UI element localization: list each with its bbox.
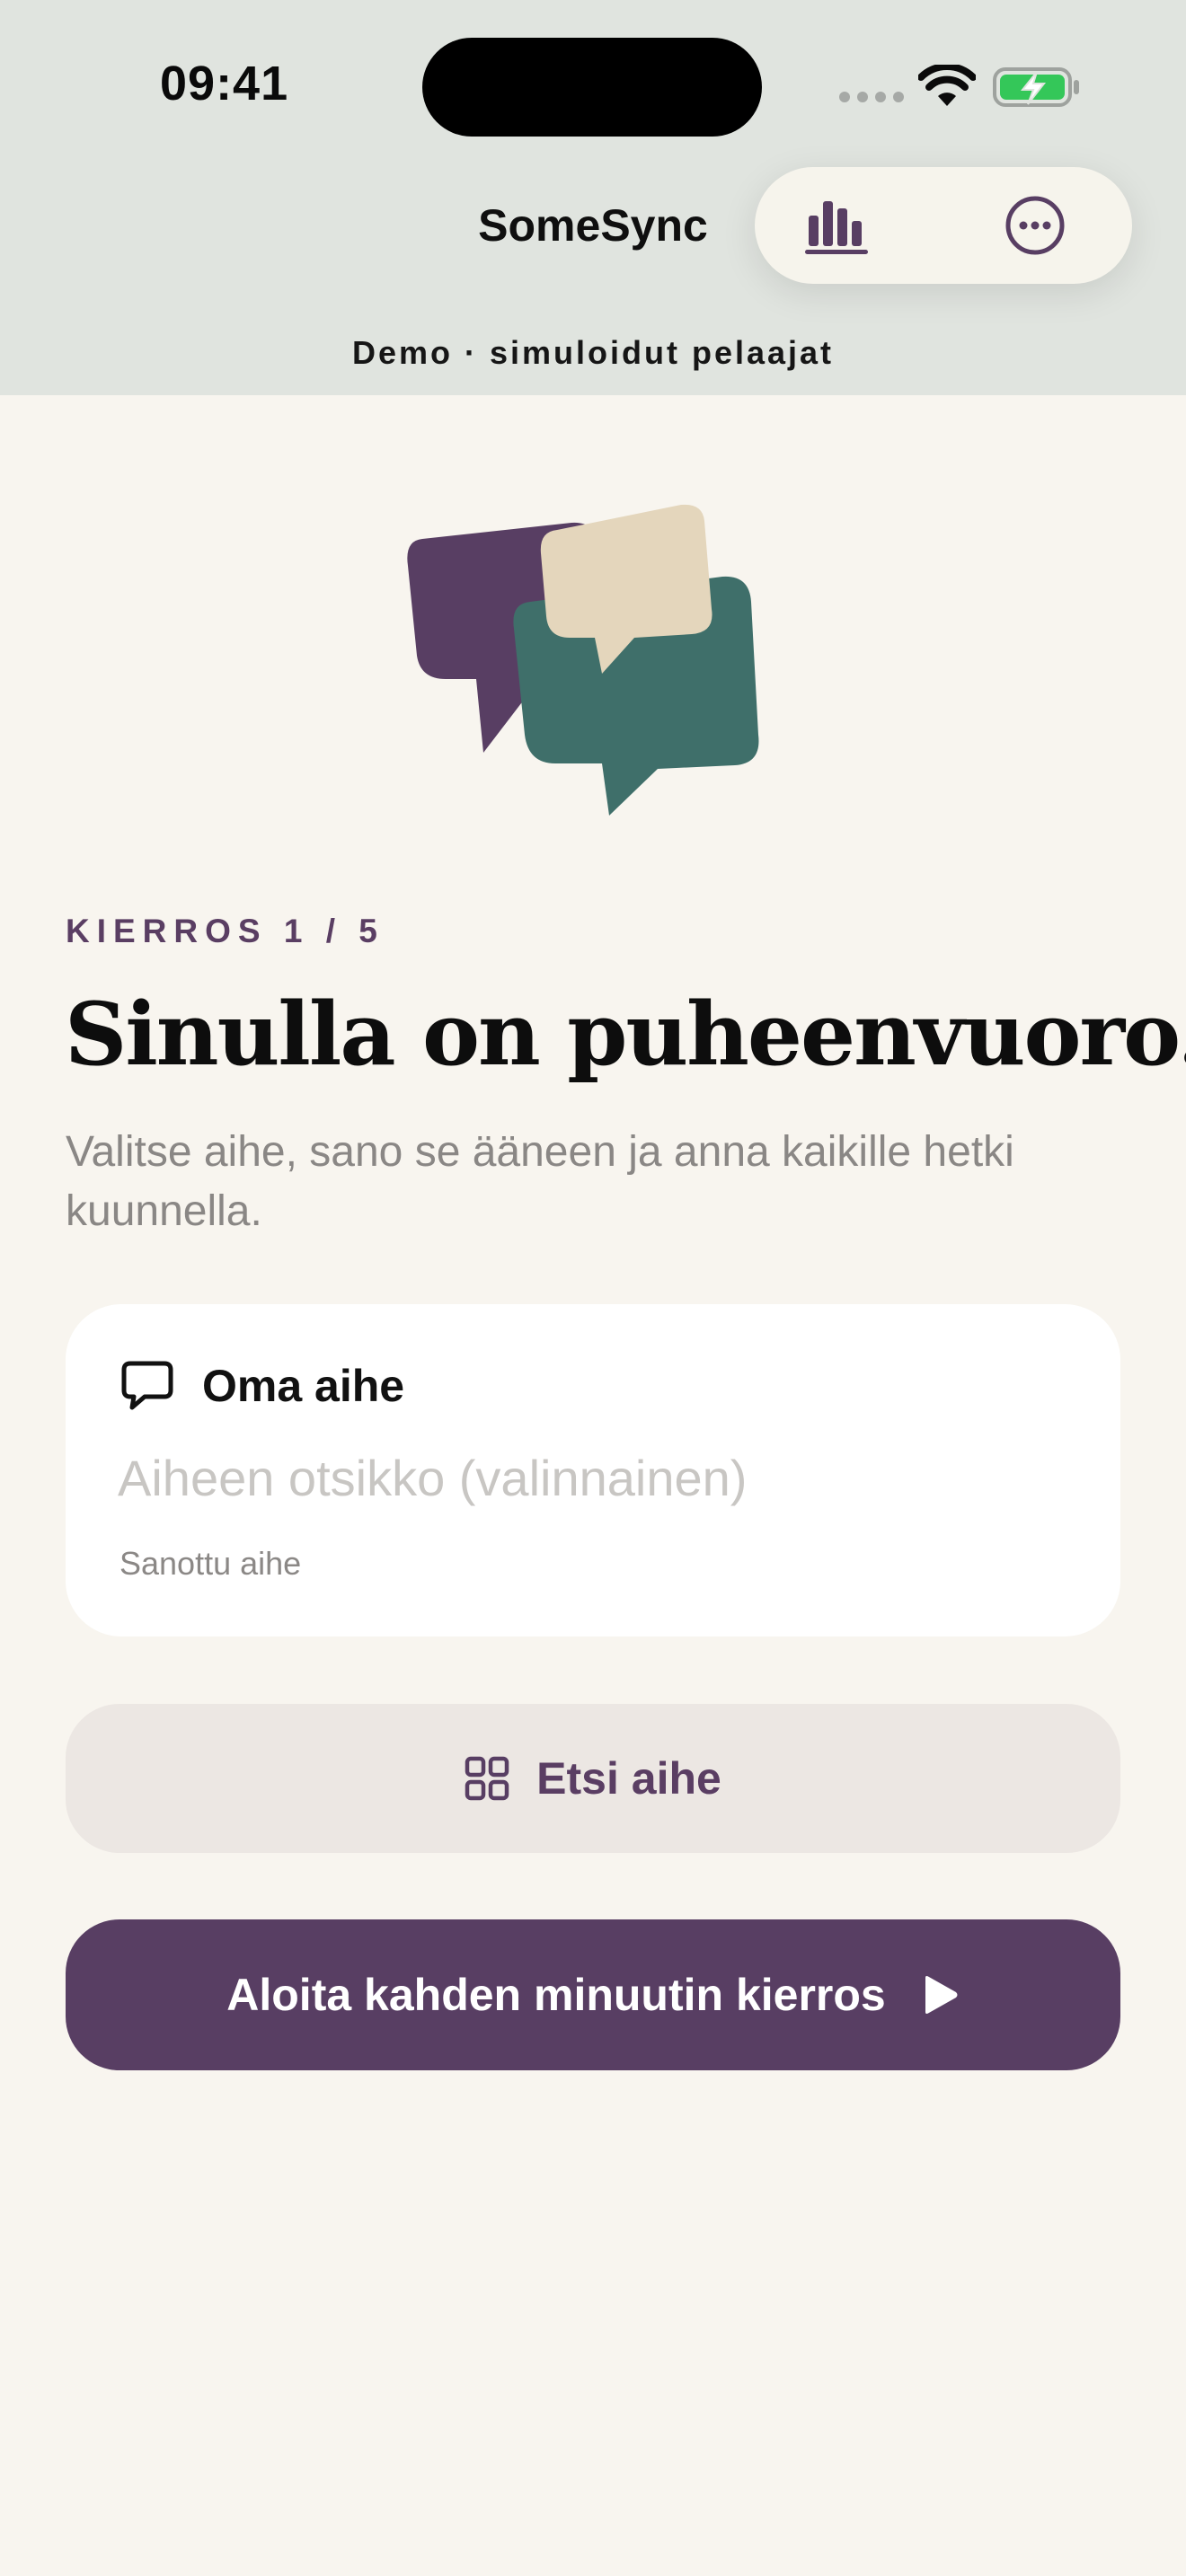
speech-bubbles-illustration (407, 504, 759, 816)
bar-chart-icon (805, 201, 868, 254)
battery-charging-icon (993, 67, 1079, 107)
dynamic-island (422, 38, 762, 137)
demo-banner: Demo · simuloidut pelaajat (351, 334, 835, 371)
stats-button[interactable] (801, 190, 873, 261)
wifi-icon (918, 65, 976, 106)
browse-topic-label: Etsi aihe (536, 1753, 721, 1804)
more-options-button[interactable] (999, 190, 1071, 261)
custom-topic-title: Oma aihe (202, 1361, 405, 1411)
status-time: 09:41 (160, 57, 289, 110)
topic-caption: Sanottu aihe (119, 1545, 302, 1582)
round-label: KIERROS 1 / 5 (66, 913, 385, 949)
start-round-label: Aloita kahden minuutin kierros (226, 1970, 886, 2020)
toolbar-pill (755, 167, 1132, 284)
cellular-signal-icon (839, 92, 904, 102)
grid-icon (465, 1756, 509, 1801)
play-icon (925, 1976, 958, 2014)
topic-title-input[interactable] (118, 1437, 1070, 1518)
custom-topic-card: Oma aihe Sanottu aihe (66, 1304, 1120, 1636)
app-title-text: SomeSync (478, 200, 708, 251)
ellipsis-circle-icon (1005, 196, 1065, 255)
prompt-heading: Sinulla on puheenvuoro. (65, 984, 1186, 1085)
prompt-subheading: Valitse aihe, sano se ääneen ja anna kai… (66, 1128, 1014, 1235)
speech-bubble-icon (121, 1361, 173, 1410)
start-round-button[interactable]: Aloita kahden minuutin kierros (66, 1919, 1120, 2070)
browse-topic-button[interactable]: Etsi aihe (66, 1704, 1120, 1853)
